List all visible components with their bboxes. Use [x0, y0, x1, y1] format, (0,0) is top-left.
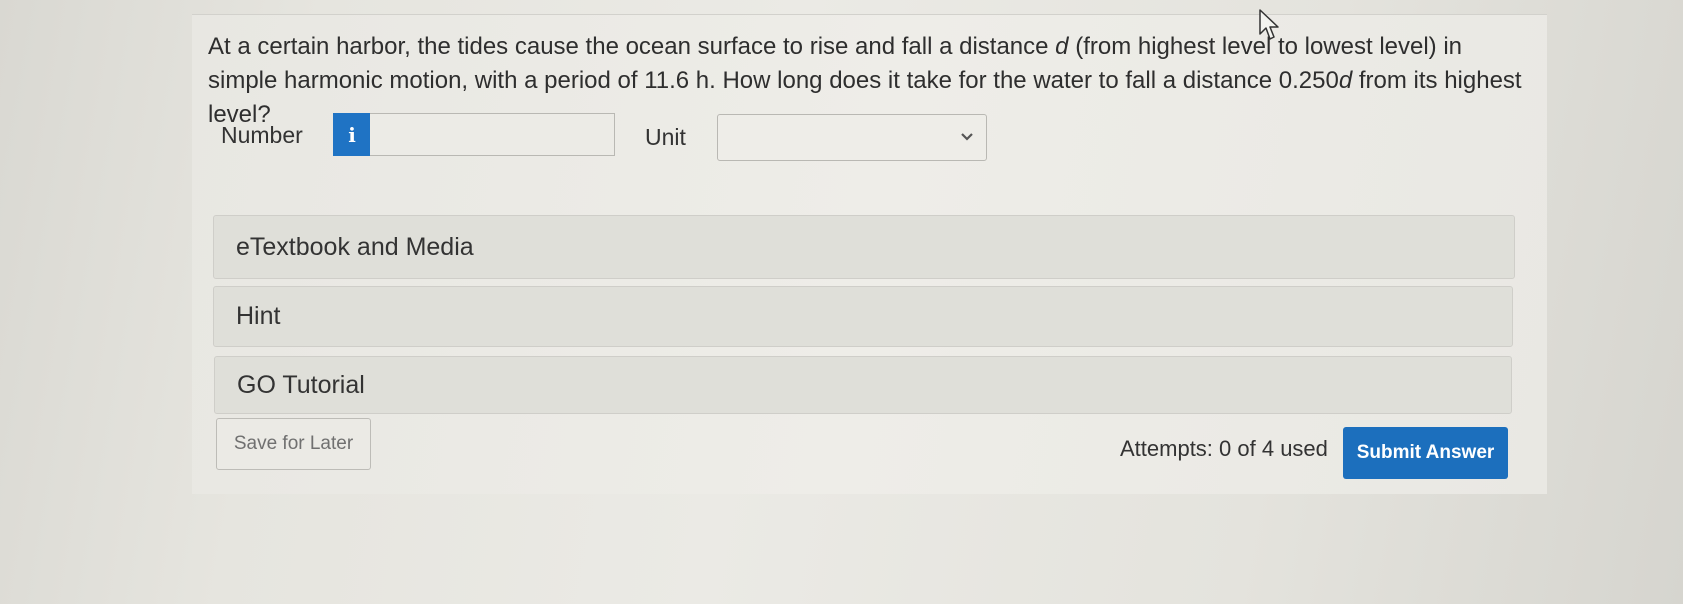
- chevron-down-icon: [961, 133, 973, 141]
- go-tutorial-panel[interactable]: GO Tutorial: [214, 356, 1512, 414]
- unit-label: Unit: [645, 124, 686, 150]
- mouse-cursor-icon: [1259, 9, 1279, 40]
- number-input[interactable]: [370, 113, 615, 156]
- top-divider: [192, 14, 1547, 15]
- number-label: Number: [221, 122, 303, 148]
- unit-select[interactable]: [717, 114, 987, 161]
- etextbook-label: eTextbook and Media: [236, 232, 474, 261]
- hint-panel[interactable]: Hint: [213, 286, 1513, 347]
- save-for-later-button[interactable]: Save for Later: [216, 418, 371, 470]
- attempts-counter: Attempts: 0 of 4 used: [1120, 436, 1328, 461]
- submit-answer-button[interactable]: Submit Answer: [1343, 427, 1508, 479]
- go-tutorial-label: GO Tutorial: [237, 370, 365, 399]
- info-icon[interactable]: i: [333, 113, 371, 156]
- etextbook-panel[interactable]: eTextbook and Media: [213, 215, 1515, 279]
- info-glyph: i: [348, 122, 356, 147]
- hint-label: Hint: [236, 302, 281, 330]
